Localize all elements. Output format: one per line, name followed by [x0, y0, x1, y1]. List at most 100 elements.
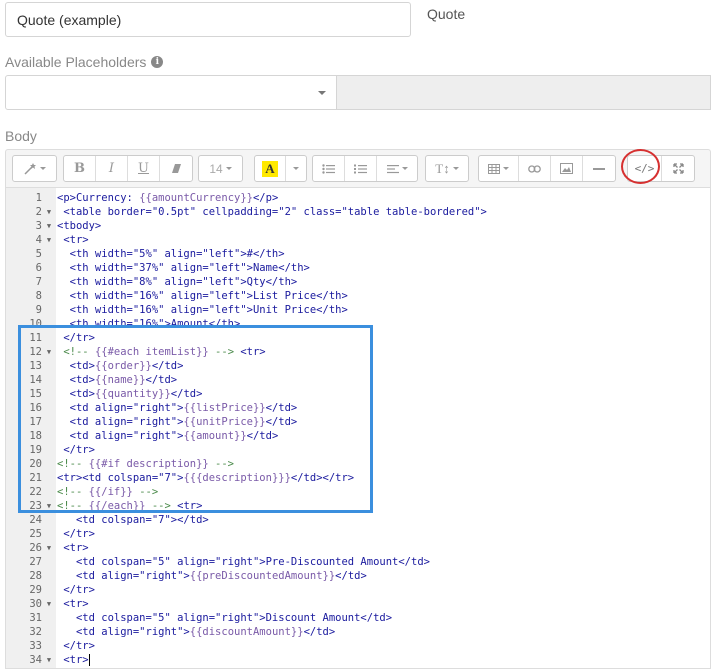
line-number: 1 — [35, 192, 42, 204]
link-button[interactable] — [519, 156, 551, 181]
placeholder-output-field[interactable] — [337, 75, 711, 110]
code-text: </tr> — [56, 640, 95, 652]
bold-button[interactable]: B — [64, 156, 96, 181]
horizontal-rule-button[interactable] — [583, 156, 615, 181]
line-number: 10 — [29, 318, 42, 330]
code-text: <tr><td colspan="7">{{{description}}}</t… — [56, 472, 354, 484]
code-line[interactable]: 21 <tr><td colspan="7">{{{description}}}<… — [6, 471, 710, 485]
fold-toggle-icon[interactable]: ▼ — [42, 544, 56, 552]
unordered-list-button[interactable] — [313, 156, 345, 181]
line-number: 5 — [35, 248, 42, 260]
code-line[interactable]: 26 ▼ <tr> — [6, 541, 710, 555]
underline-button[interactable]: U — [128, 156, 160, 181]
magic-wand-button[interactable] — [13, 156, 56, 181]
code-token: <tr> — [177, 500, 203, 512]
code-text: </tr> — [56, 584, 95, 596]
placeholders-select[interactable] — [5, 75, 337, 110]
code-token: </td> — [303, 626, 336, 638]
table-dropdown[interactable] — [479, 156, 519, 181]
code-token: --> — [132, 486, 159, 498]
code-token: {{listPrice}} — [183, 402, 266, 414]
code-line[interactable]: 14 <td>{{name}}</td> — [6, 373, 710, 387]
code-line[interactable]: 12 ▼ <!-- {{#each itemList}} --> <tr> — [6, 345, 710, 359]
code-line[interactable]: 28 <td align="right">{{preDiscountedAmou… — [6, 569, 710, 583]
code-line[interactable]: 22 <!-- {{/if}} --> — [6, 485, 710, 499]
code-line[interactable]: 9 <th width="16%" align="left">Unit Pric… — [6, 303, 710, 317]
italic-button[interactable]: I — [96, 156, 128, 181]
font-size-dropdown[interactable]: 14 — [199, 156, 242, 181]
info-icon[interactable]: i — [151, 56, 164, 68]
line-number: 20 — [29, 458, 42, 470]
line-number: 19 — [29, 444, 42, 456]
code-line[interactable]: 7 <th width="8%" align="left">Qty</th> — [6, 275, 710, 289]
code-line[interactable]: 34 ▼ <tr> — [6, 653, 710, 667]
line-number: 25 — [29, 528, 42, 540]
code-line[interactable]: 27 <td colspan="5" align="right">Pre-Dis… — [6, 555, 710, 569]
code-token: <!-- — [57, 346, 95, 358]
code-token: <tr> — [57, 598, 89, 610]
code-line[interactable]: 17 <td align="right">{{unitPrice}}</td> — [6, 415, 710, 429]
code-token: --> — [145, 500, 178, 512]
code-line[interactable]: 29 </tr> — [6, 583, 710, 597]
fold-toggle-icon[interactable]: ▼ — [42, 208, 56, 216]
code-line[interactable]: 33 </tr> — [6, 639, 710, 653]
code-line[interactable]: 20 <!-- {{#if description}} --> — [6, 457, 710, 471]
code-line[interactable]: 11 </tr> — [6, 331, 710, 345]
code-token: {{discountAmount}} — [189, 626, 304, 638]
code-token: </tr> — [57, 528, 95, 540]
code-token: {{preDiscountedAmount}} — [189, 570, 336, 582]
code-line[interactable]: 24 <td colspan="7"></td> — [6, 513, 710, 527]
font-size-value: 14 — [209, 161, 223, 176]
code-line[interactable]: 23 ▼ <!-- {{/each}} --> <tr> — [6, 499, 710, 513]
fold-toggle-icon[interactable]: ▼ — [42, 236, 56, 244]
line-number: 17 — [29, 416, 42, 428]
code-token: </td></tr> — [290, 472, 355, 484]
code-token: {{amount}} — [183, 430, 247, 442]
code-line[interactable]: 18 <td align="right">{{amount}}</td> — [6, 429, 710, 443]
code-line[interactable]: 13 <td>{{order}}</td> — [6, 359, 710, 373]
code-line[interactable]: 19 </tr> — [6, 443, 710, 457]
code-token: </td> — [265, 402, 298, 414]
code-line[interactable]: 10 <th width="16%">Amount</th> — [6, 317, 710, 331]
line-number: 13 — [29, 360, 42, 372]
highlight-color-button[interactable]: A — [255, 156, 286, 181]
ordered-list-button[interactable] — [345, 156, 377, 181]
code-line[interactable]: 5 <th width="5%" align="left">#</th> — [6, 247, 710, 261]
code-text: <tbody> — [56, 220, 101, 232]
highlight-icon: A — [262, 160, 278, 177]
code-token: {{{description}}} — [183, 472, 291, 484]
clear-format-button[interactable] — [160, 156, 192, 181]
code-line[interactable]: 2 ▼ <table border="0.5pt" cellpadding="2"… — [6, 205, 710, 219]
code-line[interactable]: 8 <th width="16%" align="left">List Pric… — [6, 289, 710, 303]
paragraph-group — [312, 155, 418, 182]
code-line[interactable]: 32 <td align="right">{{discountAmount}}<… — [6, 625, 710, 639]
fold-toggle-icon[interactable]: ▼ — [42, 502, 56, 510]
code-text: <td colspan="5" align="right">Discount A… — [56, 612, 392, 624]
code-token: <p>Currency: — [57, 192, 140, 204]
align-dropdown[interactable] — [377, 156, 417, 181]
code-token: {{amountCurrency}} — [139, 192, 253, 204]
insert-group — [478, 155, 616, 182]
picture-button[interactable] — [551, 156, 583, 181]
name-field[interactable] — [5, 2, 411, 37]
code-line[interactable]: 25 </tr> — [6, 527, 710, 541]
code-line[interactable]: 15 <td>{{quantity}}</td> — [6, 387, 710, 401]
fold-toggle-icon[interactable]: ▼ — [42, 222, 56, 230]
code-line[interactable]: 4 ▼ <tr> — [6, 233, 710, 247]
code-line[interactable]: 6 <th width="37%" align="left">Name</th> — [6, 261, 710, 275]
code-editor[interactable]: 1 <p>Currency: {{amountCurrency}}</p> 2 ▼ <… — [5, 187, 711, 669]
fold-toggle-icon[interactable]: ▼ — [42, 656, 56, 664]
code-line[interactable]: 3 ▼ <tbody> — [6, 219, 710, 233]
color-dropdown-toggle[interactable] — [286, 156, 306, 181]
code-line[interactable]: 16 <td align="right">{{listPrice}}</td> — [6, 401, 710, 415]
code-token: --> — [208, 458, 235, 470]
code-line[interactable]: 31 <td colspan="5" align="right">Discoun… — [6, 611, 710, 625]
fold-toggle-icon[interactable]: ▼ — [42, 348, 56, 356]
code-line[interactable]: 30 ▼ <tr> — [6, 597, 710, 611]
code-line[interactable]: 1 <p>Currency: {{amountCurrency}}</p> — [6, 191, 710, 205]
line-number: 24 — [29, 514, 42, 526]
code-text: <td colspan="5" align="right">Pre-Discou… — [56, 556, 430, 568]
fold-toggle-icon[interactable]: ▼ — [42, 600, 56, 608]
fullscreen-button[interactable] — [662, 156, 694, 181]
line-height-dropdown[interactable]: T↕ — [426, 156, 468, 181]
